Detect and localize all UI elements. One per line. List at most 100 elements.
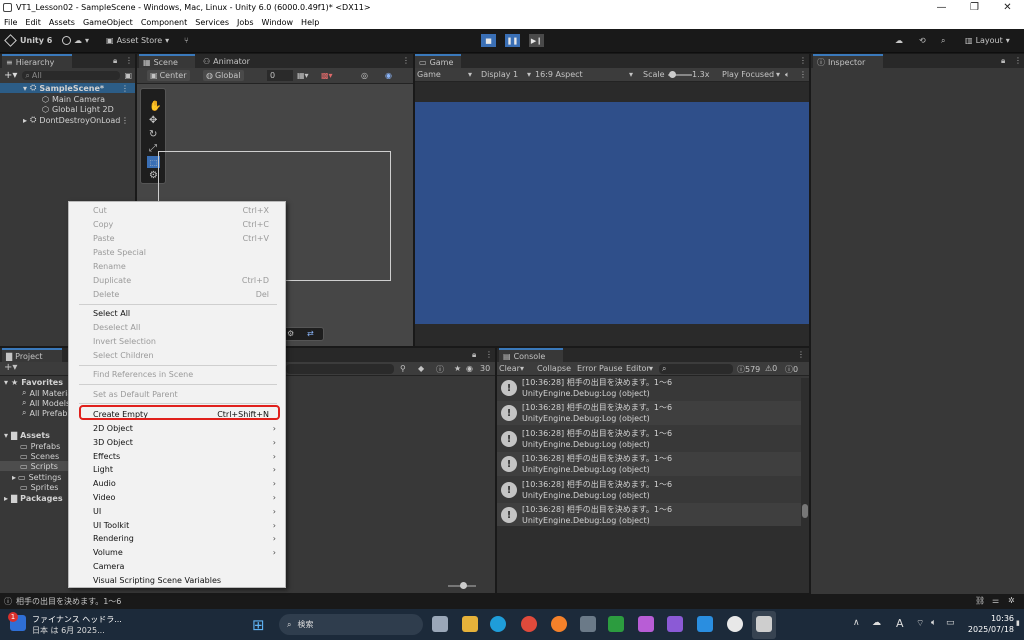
icon-size-slider-handle[interactable] — [460, 582, 467, 589]
stop-button[interactable]: ■ — [481, 34, 496, 47]
scale-tool-icon[interactable]: ⤢ — [149, 143, 157, 154]
hierarchy-dontdestroy-row[interactable]: ▸ ⛭ DontDestroyOnLoad ⋮ — [0, 115, 135, 125]
hand-tool-icon[interactable]: ✋ — [149, 101, 161, 112]
display-dropdown[interactable]: Display 1 — [481, 70, 518, 79]
scene-more-icon[interactable]: ⋮ — [402, 56, 410, 65]
file-explorer-icon[interactable] — [462, 616, 478, 632]
news-widget[interactable]: 1 ファイナンス ヘッドラ... 日本 は 6月 2025... — [8, 612, 130, 637]
pause-button[interactable]: ❚❚ — [505, 34, 520, 47]
tab-game[interactable]: ▭ Game — [415, 54, 461, 68]
favorite-item[interactable]: ⌕ All Materia — [0, 388, 72, 398]
tab-project[interactable]: ▇ Project — [2, 348, 62, 362]
tab-scene[interactable]: ▦ Scene — [139, 54, 195, 68]
menu-help[interactable]: Help — [301, 18, 319, 27]
hierarchy-scene-row[interactable]: ▾ ⛭ SampleScene* ⋮ — [0, 83, 135, 93]
copilot-icon[interactable] — [638, 616, 654, 632]
notification-icon[interactable]: ▮ — [1016, 619, 1022, 629]
console-scrollbar[interactable] — [801, 378, 809, 526]
space-dropdown[interactable]: ◍ Global — [203, 70, 244, 81]
menu-services[interactable]: Services — [195, 18, 229, 27]
hierarchy-more-icon[interactable]: ⋮ — [125, 56, 133, 65]
clock[interactable]: 10:36 2025/07/18 — [962, 612, 1014, 638]
menu-item-rendering[interactable]: Rendering — [93, 532, 134, 544]
task-view-icon[interactable] — [432, 616, 448, 632]
wifi-icon[interactable]: ⌔ — [916, 618, 924, 629]
game-more-icon[interactable]: ⋮ — [799, 56, 807, 65]
project-lock-icon[interactable]: 🔒︎ — [472, 350, 476, 360]
project-search-input[interactable] — [286, 364, 394, 374]
rotate-tool-icon[interactable]: ↻ — [149, 129, 157, 140]
dontdestroy-more-icon[interactable]: ⋮ — [121, 116, 129, 125]
menu-edit[interactable]: Edit — [25, 18, 41, 27]
history-icon[interactable]: ⟲ — [919, 34, 926, 47]
inspector-lock-icon[interactable]: 🔒︎ — [1001, 56, 1005, 66]
project-more-icon[interactable]: ⋮ — [485, 350, 493, 359]
layout-dropdown[interactable]: ▥ Layout ▾ — [965, 34, 1010, 47]
game-mode-dropdown[interactable]: Game — [417, 70, 441, 79]
vscode-icon[interactable] — [697, 616, 713, 632]
favorite-icon[interactable]: ★ — [454, 364, 461, 373]
tab-hierarchy[interactable]: ≡ Hierarchy — [2, 54, 72, 68]
error-toggle[interactable]: ⓘ0 — [785, 364, 798, 375]
warning-toggle[interactable]: ⚠0 — [765, 364, 777, 373]
hierarchy-item-main-camera[interactable]: ⬡ Main Camera — [0, 94, 105, 104]
collapse-button[interactable]: Collapse — [537, 364, 571, 373]
asset-folder-selected[interactable]: ▭ Scripts — [0, 461, 68, 471]
maximize-button[interactable]: ❐ — [958, 0, 991, 15]
close-button[interactable]: ✕ — [991, 0, 1024, 15]
mute-icon[interactable]: 🔈︎ — [785, 70, 790, 80]
menu-item-camera[interactable]: Camera — [93, 560, 124, 572]
menu-window[interactable]: Window — [262, 18, 294, 27]
menu-item-3d-object[interactable]: 3D Object — [93, 436, 133, 448]
menu-item-video[interactable]: Video — [93, 491, 115, 503]
asset-store-button[interactable]: ▣ Asset Store ▾ — [106, 34, 169, 47]
version-control-icon[interactable]: ⑂ — [184, 34, 189, 47]
minimize-button[interactable]: — — [925, 0, 958, 15]
log-toggle[interactable]: ⓘ579 — [737, 364, 760, 375]
project-packages-folder[interactable]: ▸ ▇ Packages — [0, 493, 63, 503]
hierarchy-search-input[interactable]: ⌕ All — [22, 71, 121, 80]
menu-item-ui[interactable]: UI — [93, 505, 101, 517]
menu-item-select-all[interactable]: Select All — [93, 307, 130, 319]
favorite-item[interactable]: ⌕ All Models — [0, 398, 70, 408]
clear-button[interactable]: Clear — [499, 364, 520, 373]
step-button[interactable]: ▶❙ — [529, 34, 544, 47]
menu-item-effects[interactable]: Effects — [93, 450, 120, 462]
menu-assets[interactable]: Assets — [49, 18, 75, 27]
favorite-item[interactable]: ⌕ All Prefab — [0, 408, 67, 418]
console-entry[interactable]: ! [10:36:28] 相手の出目を決めます。1～6 UnityEngine.D… — [497, 503, 801, 526]
tab-inspector[interactable]: ⓘ Inspector — [813, 54, 883, 68]
menu-gameobject[interactable]: GameObject — [83, 18, 133, 27]
draw-mode-icon[interactable]: ◎ — [361, 71, 368, 80]
windows-start-icon[interactable]: ⊞ — [252, 616, 265, 634]
overlay-shuffle-icon[interactable]: ⇄ — [307, 329, 314, 338]
volume-icon[interactable]: 🔈︎ — [931, 618, 936, 628]
chrome-icon[interactable] — [521, 616, 537, 632]
menu-file[interactable]: File — [4, 18, 17, 27]
console-entry[interactable]: ! [10:36:28] 相手の出目を決めます。1～6 UnityEngine.D… — [497, 478, 801, 502]
xbox-icon[interactable] — [608, 616, 624, 632]
progress-icon[interactable]: ⚌ — [992, 596, 999, 605]
console-entry[interactable]: ! [10:36:28] 相手の出目を決めます。1～6 UnityEngine.D… — [497, 452, 801, 476]
overlay-camera-icon[interactable]: ⚙ — [287, 329, 294, 338]
menu-item-ui-toolkit[interactable]: UI Toolkit — [93, 519, 129, 531]
account-dropdown[interactable]: ☁ ▾ — [62, 34, 89, 47]
scene-more-icon[interactable]: ⋮ — [121, 84, 129, 93]
menu-item-2d-object[interactable]: 2D Object — [93, 422, 133, 434]
increment-snap-icon[interactable]: ▩▾ — [321, 71, 333, 80]
project-assets-folder[interactable]: ▾ ▇ Assets — [0, 430, 50, 440]
debug-icon[interactable]: ✲ — [1008, 596, 1015, 605]
taskbar-search-input[interactable]: ⌕ 検索 — [279, 614, 423, 635]
transform-tool-icon[interactable]: ⚙ — [149, 170, 158, 181]
tab-console[interactable]: ▤ Console — [499, 348, 563, 362]
pivot-dropdown[interactable]: ▣ Center — [147, 70, 190, 81]
menu-item-visual-scripting[interactable]: Visual Scripting Scene Variables — [93, 574, 221, 586]
unity-account-button[interactable]: Unity 6 — [4, 34, 52, 47]
app-icon[interactable] — [580, 616, 596, 632]
game-settings-icon[interactable]: ⋮ — [799, 70, 807, 79]
console-scrollbar-thumb[interactable] — [802, 504, 808, 518]
tab-animator[interactable]: ⚇ Animator — [199, 54, 259, 68]
battery-icon[interactable]: ▭ — [946, 618, 955, 628]
menu-item-light[interactable]: Light — [93, 463, 113, 475]
chatgpt-icon[interactable] — [727, 616, 743, 632]
